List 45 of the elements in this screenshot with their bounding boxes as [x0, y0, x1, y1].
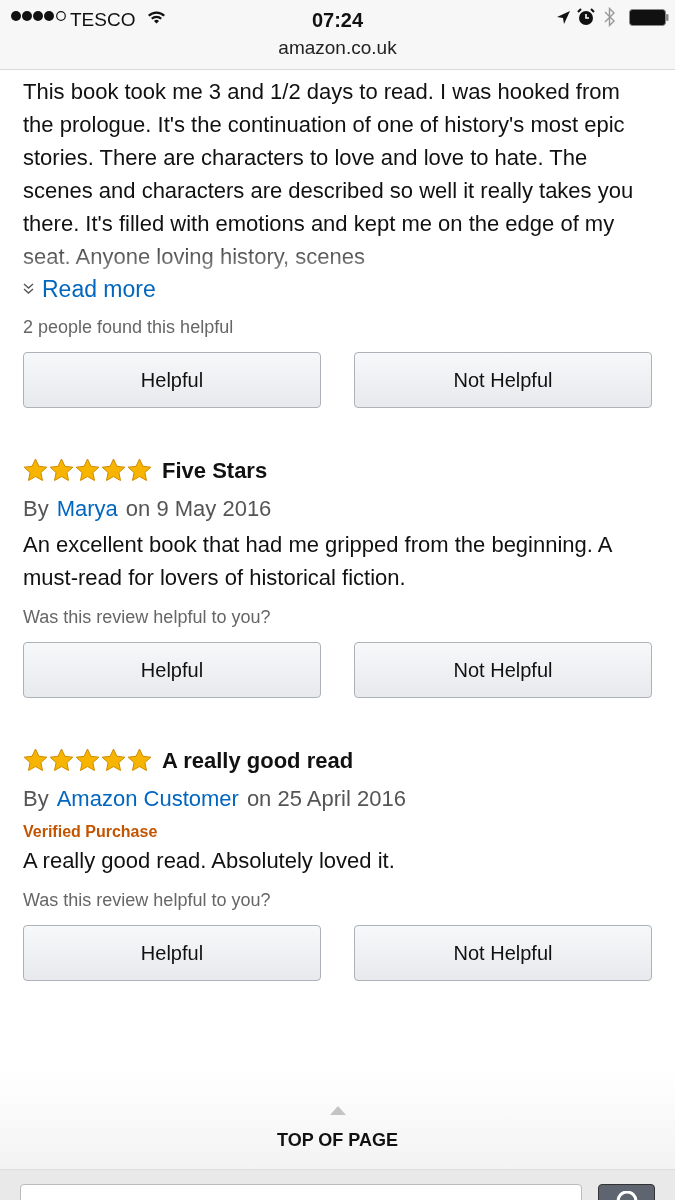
author-link[interactable]: Amazon Customer	[56, 781, 239, 815]
battery-icon	[629, 9, 669, 26]
helpful-vote-button[interactable]: Not Helpful	[354, 925, 652, 981]
helpful-vote-button[interactable]: Not Helpful	[354, 352, 652, 408]
author-link[interactable]: Marya	[56, 491, 118, 525]
read-more-link[interactable]: Read more	[42, 271, 156, 307]
review-title: A really good read	[162, 746, 354, 775]
star-icon	[101, 458, 126, 482]
status-time: 07:24	[310, 8, 365, 33]
review-text: An excellent book that had me gripped from the beginning. A must-read for lovers of historical fiction.	[23, 531, 613, 592]
star-icon	[127, 748, 152, 772]
review-text: A really good read. Absolutely loved it.	[23, 847, 396, 875]
helpful-vote-button[interactable]: Not Helpful	[354, 642, 652, 698]
star-icon	[49, 748, 74, 772]
star-icon	[23, 458, 48, 482]
helpful-count: Was this review helpful to you?	[23, 606, 272, 629]
signal-icon	[11, 10, 67, 22]
helpful-vote-button[interactable]: Helpful	[23, 642, 321, 698]
double-chevron-icon	[23, 283, 34, 295]
review-date: on 25 April 2016	[246, 784, 406, 813]
wifi-icon	[147, 10, 166, 24]
location-icon	[556, 10, 571, 25]
helpful-vote-button[interactable]: Helpful	[23, 352, 321, 408]
review-title: Five Stars	[162, 456, 268, 485]
review-date: on 9 May 2016	[125, 494, 272, 523]
star-icon	[75, 748, 100, 772]
alarm-icon	[577, 8, 595, 26]
bluetooth-icon	[604, 7, 615, 27]
star-icon	[127, 458, 152, 482]
helpful-count: Was this review helpful to you?	[23, 889, 272, 912]
review-text: This book took me 3 and 1/2 days to read. I was hooked from the prologue. It's the continuation of one of history's most epic stories. There are characters to love and love to hate. The scenes and characters are described so well it really takes you there. It's filled with emotions and kept me on the edge of my seat. Anyone loving history, scenes	[23, 78, 635, 271]
helpful-vote-button[interactable]: Helpful	[23, 925, 321, 981]
carrier-name: TESCO	[70, 8, 136, 32]
star-icon	[23, 748, 48, 772]
helpful-count: 2 people found this helpful	[23, 316, 235, 339]
page-url: amazon.co.uk	[277, 36, 398, 60]
search-icon	[615, 1191, 638, 1200]
byline-label: By	[23, 784, 49, 813]
star-icon	[49, 458, 74, 482]
up-arrow-icon	[329, 1106, 346, 1115]
verified-purchase-label: Verified Purchase	[23, 822, 159, 842]
top-of-page-link[interactable]: TOP OF PAGE	[277, 1127, 398, 1154]
star-icon	[101, 748, 126, 772]
star-icon	[75, 458, 100, 482]
byline-label: By	[23, 494, 49, 523]
